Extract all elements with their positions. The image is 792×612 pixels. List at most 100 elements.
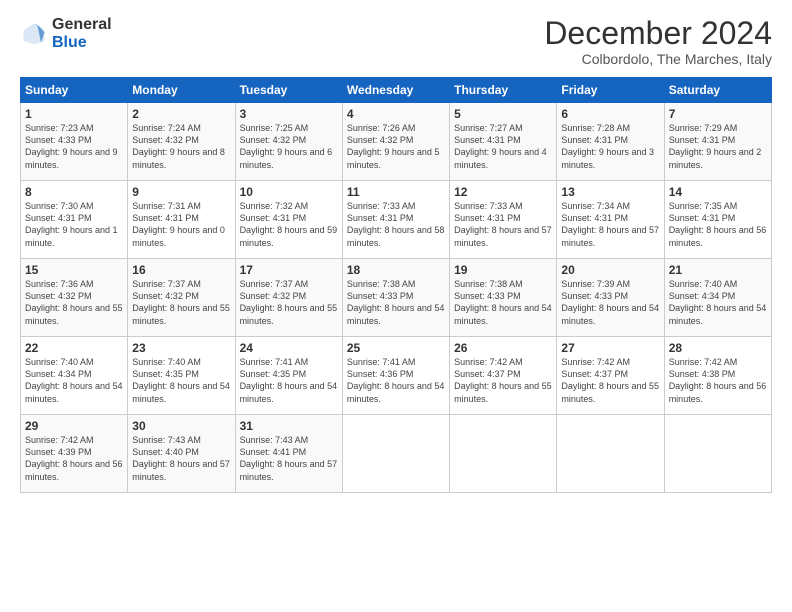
calendar-cell: 13Sunrise: 7:34 AMSunset: 4:31 PMDayligh… xyxy=(557,181,664,259)
calendar-cell: 7Sunrise: 7:29 AMSunset: 4:31 PMDaylight… xyxy=(664,103,771,181)
cell-content: Sunrise: 7:38 AMSunset: 4:33 PMDaylight:… xyxy=(347,278,445,327)
day-number: 9 xyxy=(132,185,230,199)
weekday-sunday: Sunday xyxy=(21,78,128,103)
calendar-cell: 9Sunrise: 7:31 AMSunset: 4:31 PMDaylight… xyxy=(128,181,235,259)
cell-content: Sunrise: 7:33 AMSunset: 4:31 PMDaylight:… xyxy=(454,200,552,249)
cell-content: Sunrise: 7:42 AMSunset: 4:37 PMDaylight:… xyxy=(454,356,552,405)
day-number: 5 xyxy=(454,107,552,121)
cell-content: Sunrise: 7:31 AMSunset: 4:31 PMDaylight:… xyxy=(132,200,230,249)
day-number: 6 xyxy=(561,107,659,121)
cell-content: Sunrise: 7:39 AMSunset: 4:33 PMDaylight:… xyxy=(561,278,659,327)
cell-content: Sunrise: 7:26 AMSunset: 4:32 PMDaylight:… xyxy=(347,122,445,171)
calendar-cell: 29Sunrise: 7:42 AMSunset: 4:39 PMDayligh… xyxy=(21,415,128,493)
day-number: 26 xyxy=(454,341,552,355)
month-title: December 2024 xyxy=(544,16,772,51)
cell-content: Sunrise: 7:43 AMSunset: 4:40 PMDaylight:… xyxy=(132,434,230,483)
cell-content: Sunrise: 7:37 AMSunset: 4:32 PMDaylight:… xyxy=(132,278,230,327)
logo: General Blue xyxy=(20,16,112,51)
cell-content: Sunrise: 7:27 AMSunset: 4:31 PMDaylight:… xyxy=(454,122,552,171)
day-number: 14 xyxy=(669,185,767,199)
cell-content: Sunrise: 7:35 AMSunset: 4:31 PMDaylight:… xyxy=(669,200,767,249)
calendar-cell: 1Sunrise: 7:23 AMSunset: 4:33 PMDaylight… xyxy=(21,103,128,181)
day-number: 30 xyxy=(132,419,230,433)
cell-content: Sunrise: 7:40 AMSunset: 4:34 PMDaylight:… xyxy=(25,356,123,405)
calendar-week-2: 8Sunrise: 7:30 AMSunset: 4:31 PMDaylight… xyxy=(21,181,772,259)
calendar-cell: 8Sunrise: 7:30 AMSunset: 4:31 PMDaylight… xyxy=(21,181,128,259)
weekday-tuesday: Tuesday xyxy=(235,78,342,103)
cell-content: Sunrise: 7:30 AMSunset: 4:31 PMDaylight:… xyxy=(25,200,123,249)
cell-content: Sunrise: 7:42 AMSunset: 4:37 PMDaylight:… xyxy=(561,356,659,405)
calendar-cell: 24Sunrise: 7:41 AMSunset: 4:35 PMDayligh… xyxy=(235,337,342,415)
calendar-cell: 11Sunrise: 7:33 AMSunset: 4:31 PMDayligh… xyxy=(342,181,449,259)
day-number: 19 xyxy=(454,263,552,277)
day-number: 27 xyxy=(561,341,659,355)
weekday-header-row: SundayMondayTuesdayWednesdayThursdayFrid… xyxy=(21,78,772,103)
cell-content: Sunrise: 7:37 AMSunset: 4:32 PMDaylight:… xyxy=(240,278,338,327)
location: Colbordolo, The Marches, Italy xyxy=(544,51,772,67)
calendar-cell: 22Sunrise: 7:40 AMSunset: 4:34 PMDayligh… xyxy=(21,337,128,415)
cell-content: Sunrise: 7:28 AMSunset: 4:31 PMDaylight:… xyxy=(561,122,659,171)
cell-content: Sunrise: 7:34 AMSunset: 4:31 PMDaylight:… xyxy=(561,200,659,249)
weekday-saturday: Saturday xyxy=(664,78,771,103)
day-number: 7 xyxy=(669,107,767,121)
calendar-cell: 30Sunrise: 7:43 AMSunset: 4:40 PMDayligh… xyxy=(128,415,235,493)
day-number: 28 xyxy=(669,341,767,355)
cell-content: Sunrise: 7:40 AMSunset: 4:34 PMDaylight:… xyxy=(669,278,767,327)
calendar-cell: 15Sunrise: 7:36 AMSunset: 4:32 PMDayligh… xyxy=(21,259,128,337)
day-number: 4 xyxy=(347,107,445,121)
day-number: 17 xyxy=(240,263,338,277)
cell-content: Sunrise: 7:29 AMSunset: 4:31 PMDaylight:… xyxy=(669,122,767,171)
weekday-thursday: Thursday xyxy=(450,78,557,103)
calendar-cell: 28Sunrise: 7:42 AMSunset: 4:38 PMDayligh… xyxy=(664,337,771,415)
cell-content: Sunrise: 7:41 AMSunset: 4:35 PMDaylight:… xyxy=(240,356,338,405)
cell-content: Sunrise: 7:43 AMSunset: 4:41 PMDaylight:… xyxy=(240,434,338,483)
logo-icon xyxy=(20,20,48,48)
logo-text: General Blue xyxy=(52,16,112,51)
day-number: 2 xyxy=(132,107,230,121)
weekday-wednesday: Wednesday xyxy=(342,78,449,103)
cell-content: Sunrise: 7:42 AMSunset: 4:38 PMDaylight:… xyxy=(669,356,767,405)
calendar-cell: 16Sunrise: 7:37 AMSunset: 4:32 PMDayligh… xyxy=(128,259,235,337)
day-number: 3 xyxy=(240,107,338,121)
calendar-body: 1Sunrise: 7:23 AMSunset: 4:33 PMDaylight… xyxy=(21,103,772,493)
calendar-cell: 26Sunrise: 7:42 AMSunset: 4:37 PMDayligh… xyxy=(450,337,557,415)
calendar-cell: 25Sunrise: 7:41 AMSunset: 4:36 PMDayligh… xyxy=(342,337,449,415)
day-number: 24 xyxy=(240,341,338,355)
day-number: 21 xyxy=(669,263,767,277)
logo-general: General xyxy=(52,16,112,34)
title-block: December 2024 Colbordolo, The Marches, I… xyxy=(544,16,772,67)
day-number: 11 xyxy=(347,185,445,199)
calendar-cell: 20Sunrise: 7:39 AMSunset: 4:33 PMDayligh… xyxy=(557,259,664,337)
weekday-monday: Monday xyxy=(128,78,235,103)
day-number: 15 xyxy=(25,263,123,277)
day-number: 8 xyxy=(25,185,123,199)
calendar-cell: 2Sunrise: 7:24 AMSunset: 4:32 PMDaylight… xyxy=(128,103,235,181)
cell-content: Sunrise: 7:24 AMSunset: 4:32 PMDaylight:… xyxy=(132,122,230,171)
day-number: 20 xyxy=(561,263,659,277)
cell-content: Sunrise: 7:32 AMSunset: 4:31 PMDaylight:… xyxy=(240,200,338,249)
calendar-cell xyxy=(664,415,771,493)
day-number: 22 xyxy=(25,341,123,355)
calendar-cell: 31Sunrise: 7:43 AMSunset: 4:41 PMDayligh… xyxy=(235,415,342,493)
calendar-cell xyxy=(450,415,557,493)
day-number: 10 xyxy=(240,185,338,199)
calendar-cell: 10Sunrise: 7:32 AMSunset: 4:31 PMDayligh… xyxy=(235,181,342,259)
calendar-week-1: 1Sunrise: 7:23 AMSunset: 4:33 PMDaylight… xyxy=(21,103,772,181)
cell-content: Sunrise: 7:36 AMSunset: 4:32 PMDaylight:… xyxy=(25,278,123,327)
calendar-cell: 18Sunrise: 7:38 AMSunset: 4:33 PMDayligh… xyxy=(342,259,449,337)
calendar-cell: 19Sunrise: 7:38 AMSunset: 4:33 PMDayligh… xyxy=(450,259,557,337)
day-number: 31 xyxy=(240,419,338,433)
header: General Blue December 2024 Colbordolo, T… xyxy=(20,16,772,67)
cell-content: Sunrise: 7:41 AMSunset: 4:36 PMDaylight:… xyxy=(347,356,445,405)
day-number: 13 xyxy=(561,185,659,199)
calendar-cell: 4Sunrise: 7:26 AMSunset: 4:32 PMDaylight… xyxy=(342,103,449,181)
page: General Blue December 2024 Colbordolo, T… xyxy=(0,0,792,612)
calendar-cell: 5Sunrise: 7:27 AMSunset: 4:31 PMDaylight… xyxy=(450,103,557,181)
day-number: 29 xyxy=(25,419,123,433)
day-number: 12 xyxy=(454,185,552,199)
cell-content: Sunrise: 7:33 AMSunset: 4:31 PMDaylight:… xyxy=(347,200,445,249)
cell-content: Sunrise: 7:25 AMSunset: 4:32 PMDaylight:… xyxy=(240,122,338,171)
calendar-header: SundayMondayTuesdayWednesdayThursdayFrid… xyxy=(21,78,772,103)
day-number: 23 xyxy=(132,341,230,355)
calendar-cell: 27Sunrise: 7:42 AMSunset: 4:37 PMDayligh… xyxy=(557,337,664,415)
